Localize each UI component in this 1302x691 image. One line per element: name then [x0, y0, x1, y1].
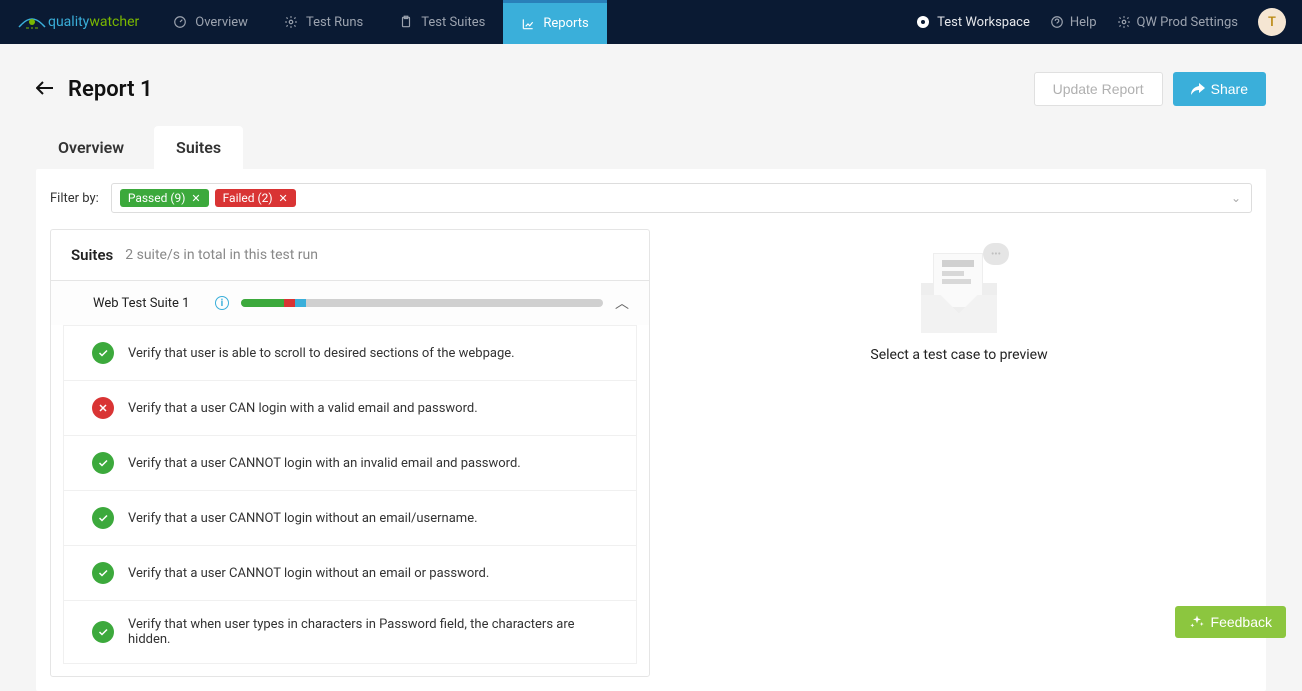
progress-bar [241, 299, 603, 307]
help-label: Help [1070, 15, 1097, 30]
close-icon[interactable]: ✕ [279, 192, 288, 205]
test-item[interactable]: Verify that user is able to scroll to de… [63, 325, 637, 381]
check-icon [92, 621, 114, 643]
test-item[interactable]: Verify that a user CANNOT login without … [63, 546, 637, 601]
preview-empty-text: Select a test case to preview [870, 347, 1047, 363]
nav-reports-label: Reports [543, 16, 588, 31]
progress-other [295, 299, 306, 307]
sparkle-icon [1189, 614, 1205, 630]
test-name: Verify that when user types in character… [128, 617, 608, 647]
speech-bubble-icon: ••• [983, 243, 1009, 265]
test-name: Verify that user is able to scroll to de… [128, 346, 515, 361]
close-icon[interactable]: ✕ [191, 192, 200, 205]
x-icon [92, 397, 114, 419]
check-icon [92, 342, 114, 364]
gear-icon [284, 15, 298, 29]
filter-tag-passed-label: Passed (9) [128, 191, 186, 205]
back-arrow-icon[interactable] [36, 77, 54, 101]
filter-tag-failed-label: Failed (2) [223, 191, 273, 205]
progress-failed [284, 299, 295, 307]
chevron-up-icon[interactable]: ︿ [615, 293, 629, 313]
settings-link[interactable]: QW Prod Settings [1117, 15, 1239, 30]
suites-panel: Suites 2 suite/s in total in this test r… [50, 229, 650, 677]
help-icon [1050, 15, 1064, 29]
filter-select[interactable]: Passed (9) ✕ Failed (2) ✕ ⌄ [111, 183, 1252, 213]
share-icon [1191, 83, 1205, 95]
filter-tag-passed: Passed (9) ✕ [120, 189, 209, 207]
test-name: Verify that a user CANNOT login without … [128, 511, 478, 526]
test-item[interactable]: Verify that a user CANNOT login without … [63, 491, 637, 546]
help-link[interactable]: Help [1050, 15, 1097, 30]
logo[interactable]: qualitywatcher [0, 0, 155, 44]
gauge-icon [173, 15, 187, 29]
test-name: Verify that a user CANNOT login with an … [128, 456, 521, 471]
feedback-button[interactable]: Feedback [1175, 606, 1286, 638]
update-report-button[interactable]: Update Report [1034, 72, 1163, 106]
info-icon[interactable]: i [215, 296, 229, 310]
tab-overview[interactable]: Overview [36, 126, 146, 169]
share-button[interactable]: Share [1173, 72, 1266, 106]
feedback-button-label: Feedback [1211, 614, 1272, 630]
filter-row: Filter by: Passed (9) ✕ Failed (2) ✕ ⌄ [50, 183, 1252, 213]
content-card: Filter by: Passed (9) ✕ Failed (2) ✕ ⌄ S… [36, 169, 1266, 691]
progress-passed [241, 299, 284, 307]
nav-right: Test Workspace Help QW Prod Settings T [917, 0, 1302, 44]
share-button-label: Share [1211, 81, 1248, 97]
nav-test-runs[interactable]: Test Runs [266, 0, 381, 44]
workspace-indicator[interactable]: Test Workspace [917, 15, 1030, 30]
test-name: Verify that a user CANNOT login without … [128, 566, 489, 581]
check-icon [92, 452, 114, 474]
workspace-label: Test Workspace [937, 15, 1030, 30]
suites-header-count: 2 suite/s in total in this test run [125, 247, 318, 263]
suite-name: Web Test Suite 1 [93, 296, 203, 311]
top-navigation: qualitywatcher Overview Test Runs Test S… [0, 0, 1302, 44]
test-item[interactable]: Verify that when user types in character… [63, 601, 637, 664]
check-icon [92, 507, 114, 529]
nav-reports[interactable]: Reports [503, 0, 606, 44]
test-item[interactable]: Verify that a user CANNOT login with an … [63, 436, 637, 491]
nav-items: Overview Test Runs Test Suites Reports [155, 0, 606, 44]
nav-overview-label: Overview [195, 15, 248, 30]
avatar[interactable]: T [1258, 8, 1286, 36]
test-list: Verify that user is able to scroll to de… [51, 325, 649, 676]
tab-suites[interactable]: Suites [154, 126, 243, 169]
suite-row[interactable]: Web Test Suite 1 i ︿ [51, 281, 649, 325]
clipboard-icon [399, 15, 413, 29]
nav-test-suites[interactable]: Test Suites [381, 0, 503, 44]
chart-icon [521, 17, 535, 31]
test-item[interactable]: Verify that a user CAN login with a vali… [63, 381, 637, 436]
check-icon [92, 562, 114, 584]
logo-icon [16, 10, 48, 34]
workspace-dot-icon [917, 16, 929, 28]
settings-icon [1117, 15, 1131, 29]
test-name: Verify that a user CAN login with a vali… [128, 401, 478, 416]
nav-test-runs-label: Test Runs [306, 15, 363, 30]
suites-header-title: Suites [71, 246, 113, 264]
preview-panel: ••• Select a test case to preview [666, 229, 1252, 677]
page-header: Report 1 Update Report Share [36, 72, 1266, 106]
nav-test-suites-label: Test Suites [421, 15, 485, 30]
suites-header: Suites 2 suite/s in total in this test r… [51, 230, 649, 281]
tabs: Overview Suites [36, 126, 1266, 169]
chevron-down-icon: ⌄ [1231, 191, 1241, 205]
page-title: Report 1 [68, 77, 153, 102]
filter-label: Filter by: [50, 191, 99, 206]
filter-tag-failed: Failed (2) ✕ [215, 189, 296, 207]
logo-text: qualitywatcher [48, 14, 139, 30]
preview-empty-illustration: ••• [909, 243, 1009, 333]
settings-label: QW Prod Settings [1137, 15, 1239, 30]
nav-overview[interactable]: Overview [155, 0, 266, 44]
